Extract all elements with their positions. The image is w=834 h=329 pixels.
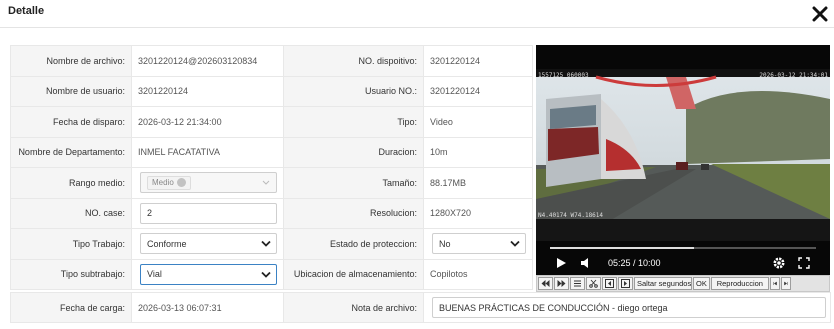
skip-start-button[interactable] <box>769 277 780 290</box>
rango-medio-tag: Medio <box>147 175 191 190</box>
video-time: 05:25 / 10:00 <box>608 258 661 268</box>
estado-proteccion-value: No <box>439 238 451 249</box>
list-button[interactable] <box>570 277 585 290</box>
label-tipo: Tipo: <box>283 106 424 138</box>
value-fecha-disparo: 2026-03-12 21:34:00 <box>131 106 284 138</box>
label-resolucion: Resolucion: <box>283 197 424 229</box>
value-usuario-no: 3201220124 <box>423 75 533 107</box>
label-nombre-usuario: Nombre de usuario: <box>10 75 132 107</box>
label-tamano: Tamaño: <box>283 167 424 199</box>
value-ubicacion: Copilotos <box>423 258 533 290</box>
frame-forward-button[interactable] <box>618 277 633 290</box>
play-icon[interactable] <box>555 257 567 269</box>
fullscreen-icon[interactable] <box>798 257 810 269</box>
estado-proteccion-select[interactable]: No <box>432 233 526 255</box>
details-table-last-row: Fecha de carga: 2026-03-13 06:07:31 Nota… <box>10 292 831 323</box>
gear-icon[interactable] <box>772 256 786 270</box>
fast-forward-button[interactable] <box>554 277 569 290</box>
tipo-trabajo-select[interactable]: Conforme <box>140 233 277 255</box>
tipo-trabajo-value: Conforme <box>147 238 187 249</box>
chevron-down-icon <box>261 271 271 278</box>
value-resolucion: 1280X720 <box>423 197 533 229</box>
chevron-down-icon <box>262 180 270 185</box>
label-estado-proteccion: Estado de proteccion: <box>283 228 424 260</box>
value-tipo: Video <box>423 106 533 138</box>
skip-seconds-input[interactable]: Saltar segundos <box>634 277 692 290</box>
tipo-subtrabajo-value: Vial <box>147 269 162 280</box>
value-fecha-carga: 2026-03-13 06:07:31 <box>131 292 284 323</box>
skip-start-icon <box>773 281 777 286</box>
label-fecha-disparo: Fecha de disparo: <box>10 106 132 138</box>
fast-forward-icon <box>557 280 566 287</box>
skip-end-icon <box>784 281 788 286</box>
rewind-button[interactable] <box>538 277 553 290</box>
chevron-down-icon <box>510 241 520 248</box>
frame-back-button[interactable] <box>602 277 617 290</box>
dialog-title: Detalle <box>8 5 45 17</box>
chevron-down-icon <box>261 241 271 248</box>
label-no-case: NO. case: <box>10 197 132 229</box>
ok-button[interactable]: OK <box>693 277 710 290</box>
details-table: Nombre de archivo: 3201220124@2026031208… <box>10 45 533 290</box>
close-icon[interactable] <box>812 6 828 22</box>
value-departamento: INMEL FACATATIVA <box>131 136 284 168</box>
playback-controls: Saltar segundos OK Reproduccion <box>536 275 830 292</box>
rewind-icon <box>541 280 550 287</box>
nota-input[interactable]: BUENAS PRÁCTICAS DE CONDUCCIÓN - diego o… <box>432 297 826 318</box>
value-nombre-usuario: 3201220124 <box>131 75 284 107</box>
label-duracion: Duracion: <box>283 136 424 168</box>
value-duracion: 10m <box>423 136 533 168</box>
skip-end-button[interactable] <box>780 277 791 290</box>
list-icon <box>574 280 581 287</box>
frame-back-icon <box>605 279 614 288</box>
playback-mode-button[interactable]: Reproduccion <box>710 277 769 290</box>
value-nombre-archivo: 3201220124@202603120834 <box>131 45 284 77</box>
label-no-dispositivo: NO. dispoitivo: <box>283 45 424 77</box>
label-fecha-carga: Fecha de carga: <box>10 292 132 323</box>
tag-remove-icon[interactable] <box>176 178 186 188</box>
scissors-icon <box>589 279 598 288</box>
video-progress-fill <box>550 247 694 249</box>
label-tipo-subtrabajo: Tipo subtrabajo: <box>10 258 132 290</box>
video-progress-bar[interactable] <box>550 247 816 249</box>
label-tipo-trabajo: Tipo Trabajo: <box>10 228 132 260</box>
video-overlay-left: 1557125 060003 <box>538 72 589 79</box>
video-overlay-timestamp: 2026-03-12 21:34:01 <box>759 72 828 79</box>
label-nombre-archivo: Nombre de archivo: <box>10 45 132 77</box>
label-ubicacion: Ubicacion de almacenamiento: <box>283 258 424 290</box>
frame-forward-icon <box>621 279 630 288</box>
rango-medio-tag-label: Medio <box>152 178 174 188</box>
value-tamano: 88.17MB <box>423 167 533 199</box>
no-case-input[interactable]: 2 <box>140 202 277 224</box>
label-rango-medio: Rango medio: <box>10 167 132 199</box>
value-no-dispositivo: 3201220124 <box>423 45 533 77</box>
cut-button[interactable] <box>586 277 601 290</box>
video-overlay-gps: N4.40174 W74.18614 <box>538 212 604 219</box>
label-departamento: Nombre de Departamento: <box>10 136 132 168</box>
video-player[interactable]: 1557125 060003 2026-03-12 21:34:01 N4.40… <box>536 45 830 275</box>
header-divider <box>0 27 834 28</box>
label-nota: Nota de archivo: <box>283 292 424 323</box>
label-usuario-no: Usuario NO.: <box>283 75 424 107</box>
volume-icon[interactable] <box>580 257 592 269</box>
tipo-subtrabajo-select[interactable]: Vial <box>140 263 277 285</box>
rango-medio-select[interactable]: Medio <box>140 172 277 194</box>
